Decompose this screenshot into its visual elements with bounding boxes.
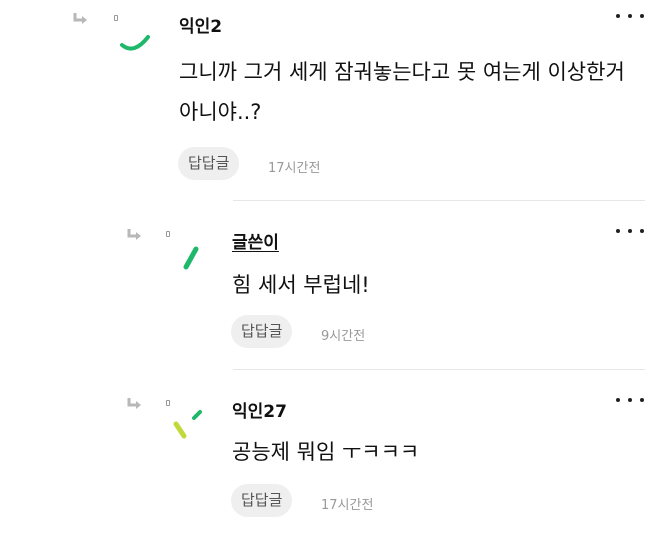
comment-item: 익인2 그니까 그거 세게 잠궈놓는다고 못 여는게 이상한거 아니야..? 답… (0, 0, 661, 200)
avatar[interactable] (112, 15, 156, 59)
comment-text: 힘 세서 부럽네! (232, 273, 370, 297)
more-options-icon[interactable] (616, 392, 644, 408)
depth-marker-icon (166, 400, 170, 406)
comment-text: 그니까 그거 세게 잠궈놓는다고 못 여는게 이상한거 아니야..? (179, 60, 625, 124)
more-options-icon[interactable] (616, 223, 644, 239)
reply-button[interactable]: 답답글 (178, 147, 240, 180)
reply-arrow-icon (126, 397, 142, 411)
avatar[interactable] (168, 408, 212, 452)
reply-arrow-icon (72, 12, 88, 26)
avatar[interactable] (172, 239, 216, 283)
comment-nickname[interactable]: 익인2 (179, 12, 222, 37)
comment-timestamp: 17시간전 (268, 161, 321, 176)
comment-item: 글쓴이 힘 세서 부럽네! 답답글 9시간전 (0, 201, 661, 369)
more-options-icon[interactable] (616, 8, 644, 24)
reply-button[interactable]: 답답글 (231, 484, 293, 517)
author-nickname[interactable]: 글쓴이 (232, 228, 279, 253)
depth-marker-icon (166, 231, 170, 237)
reply-button[interactable]: 답답글 (231, 315, 293, 348)
comment-timestamp: 17시간전 (321, 498, 374, 513)
comment-text: 공능제 뭐임 ㅜㅋㅋㅋ (232, 440, 420, 464)
comment-timestamp: 9시간전 (321, 329, 366, 344)
reply-arrow-icon (126, 228, 142, 242)
comment-item: 익인27 공능제 뭐임 ㅜㅋㅋㅋ 답답글 17시간전 (0, 370, 661, 545)
comment-nickname[interactable]: 익인27 (232, 397, 287, 422)
